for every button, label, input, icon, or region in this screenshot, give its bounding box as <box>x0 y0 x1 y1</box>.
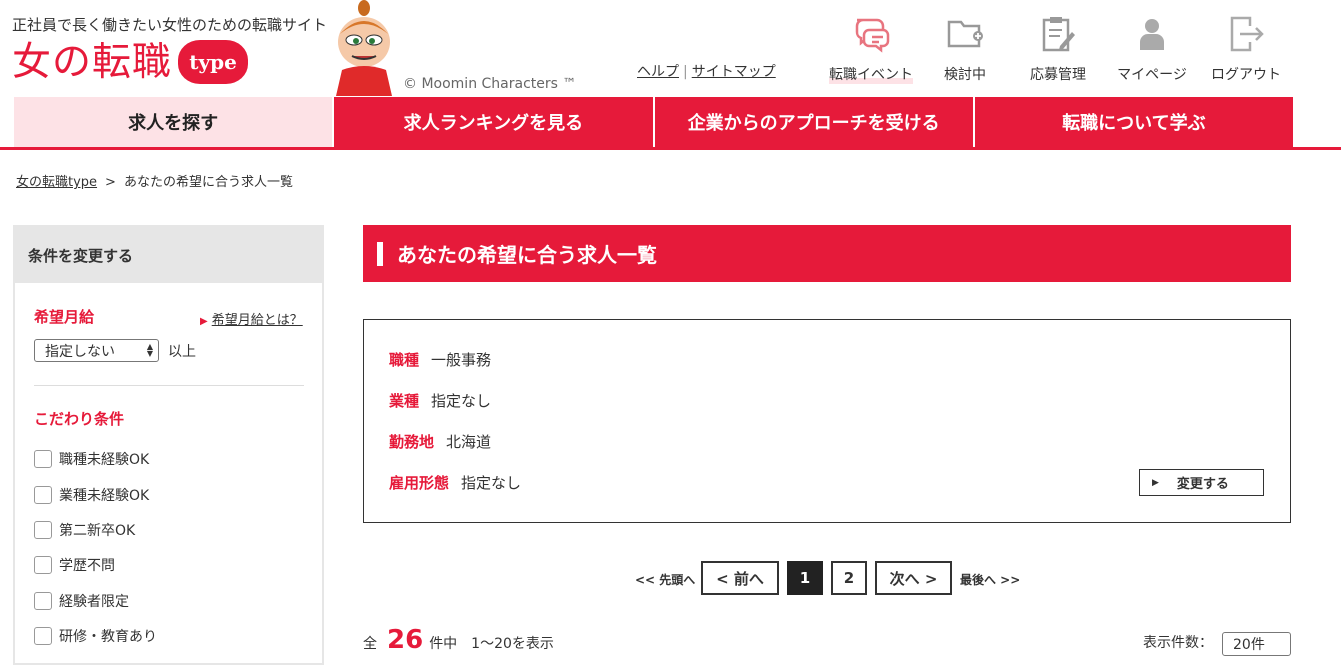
nav-underline <box>0 147 1341 150</box>
nav-application[interactable]: 応募管理 <box>1013 14 1103 84</box>
condition-row: 雇用形態 指定なし <box>389 472 521 493</box>
condition-key: 業種 <box>389 392 420 410</box>
logout-icon <box>1230 16 1264 52</box>
salary-select-value: 指定しない <box>45 343 115 360</box>
breadcrumb-home[interactable]: 女の転職type <box>16 175 97 190</box>
pagination-last[interactable]: 最後へ >> <box>960 571 1020 588</box>
checkbox[interactable] <box>34 450 52 468</box>
change-conditions-button[interactable]: ▶ 変更する <box>1139 469 1264 496</box>
salary-help-label: 希望月給とは？ <box>211 313 303 328</box>
results-total: 26 <box>387 625 424 655</box>
select-arrows-icon: ▲ ▼ <box>146 342 153 358</box>
results-prefix: 全 <box>363 636 377 652</box>
nav-consider-label: 検討中 <box>944 67 986 83</box>
checkbox-row[interactable]: 第二新卒OK <box>34 520 135 540</box>
per-page-label: 表示件数： <box>1143 635 1213 651</box>
nav-mypage-label: マイページ <box>1117 67 1187 83</box>
checkbox[interactable] <box>34 592 52 610</box>
folder-add-icon <box>947 20 983 48</box>
condition-key: 雇用形態 <box>389 474 450 492</box>
page-title-text: あなたの希望に合う求人一覧 <box>397 243 657 267</box>
pagination-next[interactable]: 次へ > <box>875 561 952 595</box>
salary-title: 希望月給 <box>34 308 95 326</box>
condition-value: 北海道 <box>446 433 492 451</box>
triangle-right-icon: ▶ <box>1152 477 1159 488</box>
change-button-label: 変更する <box>1176 477 1229 492</box>
checkbox-label: 第二新卒OK <box>59 523 136 539</box>
checkbox[interactable] <box>34 556 52 574</box>
condition-value: 指定なし <box>461 474 522 492</box>
nav-application-label: 応募管理 <box>1030 67 1086 83</box>
checkbox-row[interactable]: 研修・教育あり <box>34 626 157 646</box>
copyright-text: © Moomin Characters ™ <box>403 76 577 92</box>
site-tagline: 正社員で長く働きたい女性のための転職サイト <box>12 16 328 34</box>
breadcrumb: 女の転職type > あなたの希望に合う求人一覧 <box>16 171 293 190</box>
condition-value: 指定なし <box>431 392 492 410</box>
nav-logout-label: ログアウト <box>1211 67 1281 83</box>
nav-event[interactable]: 転職イベント <box>826 14 916 84</box>
user-icon <box>1140 19 1164 50</box>
checkbox-label: 研修・教育あり <box>59 629 157 645</box>
logo-text: 女の転職 <box>12 39 173 85</box>
page-title: あなたの希望に合う求人一覧 <box>363 225 1291 282</box>
site-logo[interactable]: 女の転職 type <box>12 38 249 86</box>
condition-key: 職種 <box>389 351 420 369</box>
condition-key: 勤務地 <box>389 433 435 451</box>
checkbox-label: 業種未経験OK <box>59 488 150 504</box>
pagination-first[interactable]: << 先頭へ <box>635 571 695 588</box>
pagination-page-current[interactable]: 1 <box>787 561 823 595</box>
checkbox-label: 職種未経験OK <box>59 452 150 468</box>
condition-row: 勤務地 北海道 <box>389 431 491 452</box>
sidebar-divider <box>34 385 304 386</box>
results-count: 全 26 件中 1～20を表示 <box>363 625 554 655</box>
checkbox-label: 経験者限定 <box>59 594 129 610</box>
checkbox-row[interactable]: 業種未経験OK <box>34 485 149 505</box>
help-links: ヘルプ | サイトマップ <box>637 61 776 81</box>
nav-event-label: 転職イベント <box>829 64 913 84</box>
condition-row: 業種 指定なし <box>389 390 491 411</box>
kodawari-title: こだわり条件 <box>34 410 125 428</box>
nav-approach[interactable]: 企業からのアプローチを受ける <box>654 97 975 147</box>
breadcrumb-current: あなたの希望に合う求人一覧 <box>123 175 293 190</box>
per-page-select[interactable]: 20件 <box>1222 632 1291 656</box>
nav-search-jobs[interactable]: 求人を探す <box>14 97 335 147</box>
checkbox-row[interactable]: 職種未経験OK <box>34 449 149 469</box>
nav-mypage[interactable]: マイページ <box>1107 14 1197 84</box>
checkbox-row[interactable]: 学歴不問 <box>34 555 115 575</box>
salary-help-link[interactable]: ▶ 希望月給とは？ <box>200 309 303 328</box>
results-suffix: 件中 1～20を表示 <box>429 636 554 652</box>
triangle-right-icon: ▶ <box>200 316 208 327</box>
event-chat-icon <box>855 18 890 53</box>
sidebar-heading: 条件を変更する <box>15 227 322 283</box>
per-page-value: 20件 <box>1233 637 1265 653</box>
mascot-illustration <box>336 0 392 96</box>
salary-select[interactable]: 指定しない ▲ ▼ <box>34 339 159 362</box>
link-separator: | <box>683 64 688 80</box>
nav-learn[interactable]: 転職について学ぶ <box>974 97 1293 147</box>
title-accent-bar <box>377 241 383 266</box>
checkbox-row[interactable]: 経験者限定 <box>34 591 129 611</box>
condition-value: 一般事務 <box>431 351 492 369</box>
help-link[interactable]: ヘルプ <box>637 64 679 80</box>
condition-row: 職種 一般事務 <box>389 349 491 370</box>
checkbox[interactable] <box>34 521 52 539</box>
pagination-page[interactable]: 2 <box>831 561 867 595</box>
pagination-prev[interactable]: < 前へ <box>701 561 779 595</box>
sitemap-link[interactable]: サイトマップ <box>692 64 776 80</box>
breadcrumb-separator: > <box>105 175 116 190</box>
checkbox[interactable] <box>34 627 52 645</box>
nav-ranking[interactable]: 求人ランキングを見る <box>334 97 655 147</box>
logo-badge: type <box>178 40 249 84</box>
main-nav: 求人を探す 求人ランキングを見る 企業からのアプローチを受ける 転職について学ぶ <box>14 97 1293 147</box>
checkbox[interactable] <box>34 486 52 504</box>
clipboard-edit-icon <box>1042 17 1075 52</box>
checkbox-label: 学歴不問 <box>59 558 115 574</box>
salary-suffix: 以上 <box>168 344 196 360</box>
nav-logout[interactable]: ログアウト <box>1201 14 1291 84</box>
nav-consider[interactable]: 検討中 <box>920 14 1010 84</box>
